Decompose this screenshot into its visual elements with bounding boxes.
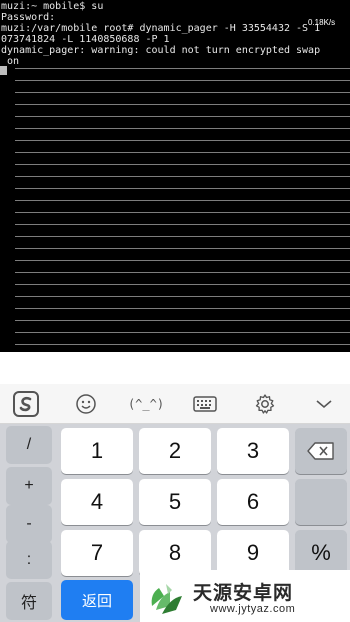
terminal-scanline (15, 344, 350, 345)
emoticon-icon[interactable]: (^_^) (128, 390, 164, 418)
return-key[interactable]: 返回 (61, 580, 133, 620)
key-colon[interactable]: : (6, 541, 52, 579)
key-symbols[interactable]: 符 (6, 582, 52, 620)
key-3[interactable]: 3 (217, 428, 289, 474)
terminal-screen[interactable]: muzi:~ mobile$ su Password: muzi:/var/mo… (0, 0, 350, 352)
terminal-scanline (15, 176, 350, 177)
key-slash[interactable]: / (6, 426, 52, 464)
terminal-line: muzi:/var/mobile root# dynamic_pager -H … (1, 23, 321, 34)
key-blank-right[interactable] (295, 479, 347, 525)
terminal-scanline (15, 332, 350, 333)
terminal-scanline (15, 164, 350, 165)
terminal-line: muzi:~ mobile$ su (1, 1, 104, 12)
site-watermark: 天源安卓网 www.jytyaz.com (140, 570, 350, 622)
keyboard-top-spacer (0, 352, 350, 384)
terminal-scanline (15, 212, 350, 213)
ime-toolbar: (^_^) (0, 384, 350, 424)
terminal-scanline (15, 188, 350, 189)
watermark-url: www.jytyaz.com (210, 603, 296, 615)
key-7[interactable]: 7 (61, 530, 133, 576)
key-6[interactable]: 6 (217, 479, 289, 525)
terminal-scanline (15, 116, 350, 117)
terminal-scanline (15, 68, 350, 69)
settings-icon[interactable] (250, 390, 280, 418)
terminal-scanline (15, 128, 350, 129)
terminal-scanline (15, 200, 350, 201)
terminal-scanline (15, 248, 350, 249)
terminal-line: dynamic_pager: warning: could not turn e… (1, 45, 321, 56)
terminal-line: Password: (1, 12, 56, 23)
key-1[interactable]: 1 (61, 428, 133, 474)
terminal-scanline (15, 284, 350, 285)
key-2[interactable]: 2 (139, 428, 211, 474)
sogou-logo-icon[interactable] (13, 391, 39, 417)
emoji-icon[interactable] (72, 390, 100, 418)
terminal-scanline (15, 236, 350, 237)
terminal-scanline (15, 104, 350, 105)
terminal-scanline (15, 296, 350, 297)
terminal-scanline (15, 92, 350, 93)
key-4[interactable]: 4 (61, 479, 133, 525)
terminal-line: 073741824 -L 1140850688 -P 1 (1, 34, 170, 45)
terminal-scanline (15, 140, 350, 141)
key-minus[interactable]: - (6, 505, 52, 543)
network-speed-indicator: 0.18K/s (308, 18, 336, 27)
terminal-scanline (15, 320, 350, 321)
terminal-cursor (0, 66, 7, 75)
android-logo-icon (151, 584, 182, 614)
terminal-scanline (15, 224, 350, 225)
keyboard-icon[interactable] (190, 390, 220, 418)
terminal-scanline (15, 80, 350, 81)
terminal-scanline (15, 308, 350, 309)
collapse-chevron-icon[interactable] (312, 390, 336, 418)
terminal-scanline (15, 260, 350, 261)
terminal-scanline (15, 152, 350, 153)
terminal-scanline (15, 272, 350, 273)
backspace-key[interactable] (295, 428, 347, 474)
watermark-title: 天源安卓网 (193, 582, 294, 604)
key-5[interactable]: 5 (139, 479, 211, 525)
backspace-icon (307, 442, 334, 460)
key-plus[interactable]: + (6, 467, 52, 505)
